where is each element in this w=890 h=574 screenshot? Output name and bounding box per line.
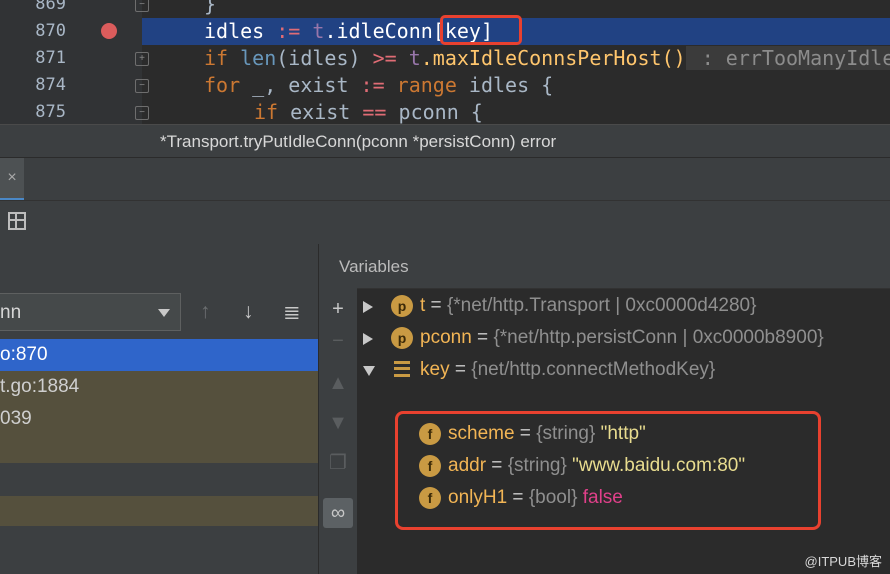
table-view-icon[interactable] xyxy=(8,212,26,230)
remove-watch-icon[interactable]: − xyxy=(323,326,353,356)
filter-frames-icon[interactable]: ≣ xyxy=(283,300,301,325)
variables-header: Variables xyxy=(319,244,890,289)
code-text: for _, exist := range idles { xyxy=(204,73,554,97)
breakpoint-icon[interactable] xyxy=(101,23,117,39)
fold-marker-icon[interactable]: − xyxy=(135,106,149,120)
variables-title: Variables xyxy=(339,257,409,276)
code-text: if exist == pconn { xyxy=(254,100,483,124)
frame-item[interactable]: t.go:1884 xyxy=(0,371,318,403)
thread-select-label: nn xyxy=(0,302,22,323)
debug-tool-tabs: × xyxy=(0,157,890,201)
code-line-874: 874 − for _, exist := range idles { xyxy=(0,72,890,99)
frames-panel: nn ↑ ↓ ≣ o:870 t.go:1884 039 xyxy=(0,244,319,574)
arrow-down-icon[interactable]: ↓ xyxy=(243,300,254,324)
move-up-icon[interactable]: ▲ xyxy=(323,368,353,398)
debug-tab-close-icon[interactable]: × xyxy=(0,158,24,201)
fold-marker-icon[interactable]: − xyxy=(135,79,149,93)
line-number: 869 xyxy=(35,0,66,14)
expand-arrow-icon[interactable] xyxy=(363,333,373,345)
copy-icon[interactable]: ❐ xyxy=(323,448,353,478)
function-signature: *Transport.tryPutIdleConn(pconn *persist… xyxy=(160,132,557,151)
thread-select[interactable]: nn xyxy=(0,293,181,331)
debug-toolbar xyxy=(0,200,890,245)
function-signature-bar: *Transport.tryPutIdleConn(pconn *persist… xyxy=(0,124,890,158)
fold-marker-icon[interactable]: − xyxy=(135,0,149,12)
parameter-badge-icon: p xyxy=(391,295,413,317)
expand-arrow-icon[interactable] xyxy=(363,301,373,313)
collapse-arrow-icon[interactable] xyxy=(363,366,375,376)
line-number: 870 xyxy=(35,21,66,41)
code-text: if len(idles) >= t.maxIdleConnsPerHost()… xyxy=(204,45,890,72)
variables-toolbar: + − ▲ ▼ ❐ ∞ xyxy=(319,288,357,574)
arrow-up-icon[interactable]: ↑ xyxy=(200,300,211,324)
fields-annotation-box xyxy=(395,411,821,530)
variables-panel: Variables + − ▲ ▼ ❐ ∞ p t = {*net/http.T… xyxy=(319,244,890,574)
code-line-871: 871 + if len(idles) >= t.maxIdleConnsPer… xyxy=(0,45,890,72)
frame-item[interactable]: o:870 xyxy=(0,339,318,371)
fold-expand-icon[interactable]: + xyxy=(135,52,149,66)
frame-item[interactable] xyxy=(0,435,318,463)
show-watches-icon[interactable]: ∞ xyxy=(323,498,353,528)
parameter-badge-icon: p xyxy=(391,327,413,349)
code-line-875: 875 − if exist == pconn { xyxy=(0,99,890,124)
frame-item[interactable]: 039 xyxy=(0,403,318,435)
line-number: 875 xyxy=(35,102,66,122)
move-down-icon[interactable]: ▼ xyxy=(323,408,353,438)
add-watch-icon[interactable]: + xyxy=(323,294,353,324)
frame-item[interactable] xyxy=(0,496,318,526)
code-text: } xyxy=(204,0,217,16)
line-number: 871 xyxy=(35,48,66,68)
struct-list-icon xyxy=(394,361,410,377)
chevron-down-icon xyxy=(158,309,170,317)
watermark: @ITPUB博客 xyxy=(804,554,882,569)
code-editor[interactable]: 869 − } 870 idles := t.idleConn[key] 871… xyxy=(0,0,890,124)
frames-header xyxy=(0,244,318,290)
key-annotation-box xyxy=(440,15,522,45)
line-number: 874 xyxy=(35,75,66,95)
